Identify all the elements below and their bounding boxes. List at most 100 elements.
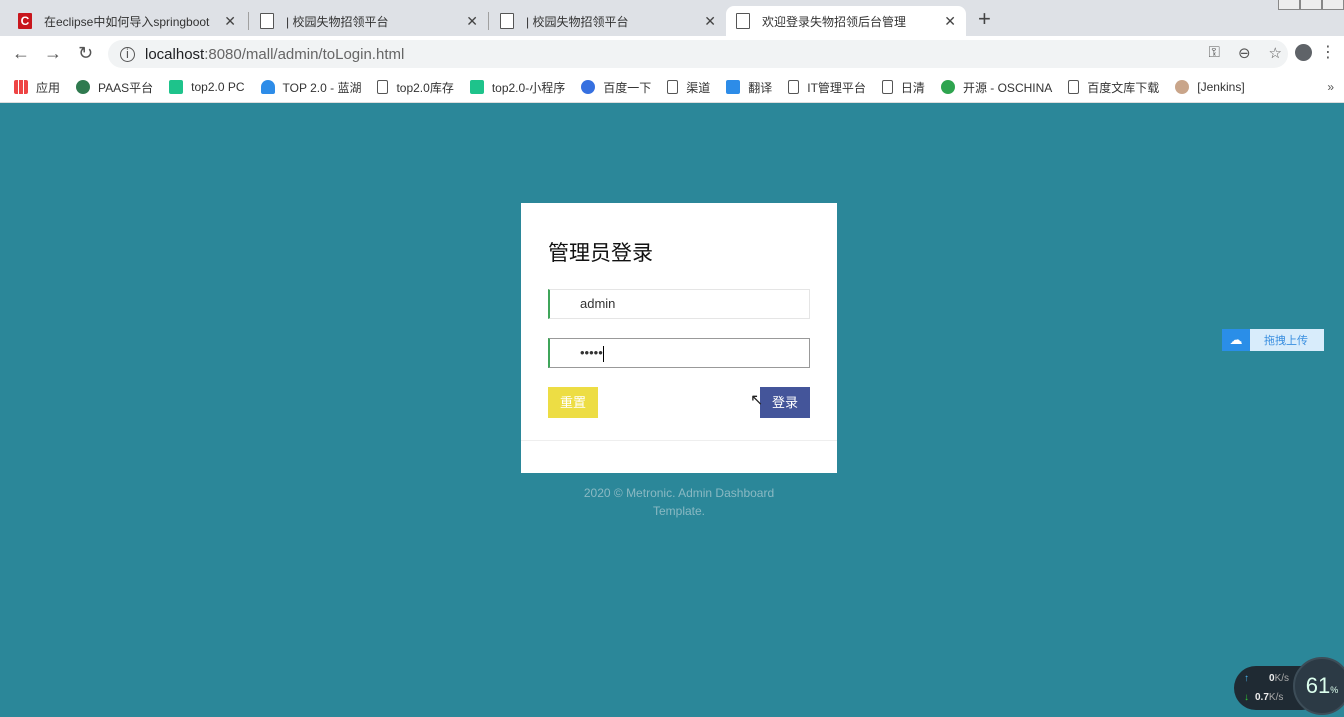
page-icon [788, 80, 800, 94]
bookmark-label: 应用 [36, 80, 61, 95]
url-host: localhost [145, 45, 205, 63]
bookmark-label: [Jenkins] [1197, 80, 1245, 94]
bookmark-label: 渠道 [686, 80, 711, 95]
drag-upload-widget[interactable]: ☁ 拖拽上传 [1222, 329, 1324, 351]
page-title: 管理员登录 [548, 242, 653, 265]
paas-icon [76, 80, 91, 94]
play-icon [469, 80, 484, 94]
bookmark[interactable]: 日清 [881, 79, 925, 96]
page-icon [1068, 80, 1080, 94]
play-icon [169, 80, 184, 94]
window-controls [1278, 0, 1344, 10]
address-bar-row: ← → ↻ i localhost:8080/mall/admin/toLogin… [0, 36, 1344, 72]
bookmark[interactable]: 开源 - OSCHINA [940, 79, 1053, 96]
oschina-icon [940, 80, 955, 94]
page-icon [260, 13, 274, 29]
tab-title: | 校园失物招领平台 [526, 14, 629, 29]
apps-icon [14, 80, 28, 94]
percent-value: 61 [1305, 673, 1331, 698]
tab-csdn[interactable]: C 在eclipse中如何导入springboot ✕ [8, 6, 246, 36]
new-tab-button[interactable]: + [978, 6, 991, 32]
bookmark-label: 百度文库下载 [1087, 80, 1160, 95]
bookmark[interactable]: top2.0-小程序 [469, 79, 566, 96]
bookmark-label: 开源 - OSCHINA [962, 80, 1053, 95]
url-input[interactable]: i localhost:8080/mall/admin/toLogin.html [108, 40, 1288, 68]
key-icon[interactable]: ⚿ [1209, 44, 1220, 62]
back-icon[interactable]: ← [12, 43, 30, 64]
bookmark-label: top2.0 PC [191, 80, 245, 94]
login-button[interactable]: 登录 [760, 387, 810, 418]
bookmark[interactable]: IT管理平台 [788, 79, 866, 96]
lanhu-icon [260, 80, 275, 94]
more-bookmarks-icon[interactable]: » [1327, 80, 1334, 94]
tab-bar: C 在eclipse中如何导入springboot ✕ | 校园失物招领平台 ✕ | … [0, 0, 1344, 36]
footer-text: 2020 © Metronic. Admin Dashboard Templat… [583, 486, 775, 518]
translate-icon [726, 80, 741, 94]
bookmark-label: 百度一下 [603, 80, 652, 95]
bookmark-label: PAAS平台 [98, 80, 154, 95]
upload-arrow-icon: ↑ [1244, 673, 1249, 684]
password-input[interactable]: ••••• [548, 338, 810, 368]
csdn-icon: C [18, 13, 32, 29]
close-icon[interactable]: ✕ [466, 13, 478, 30]
tab-admin-login[interactable]: 欢迎登录失物招领后台管理 ✕ [726, 6, 966, 36]
bookmark-label: top2.0-小程序 [491, 80, 566, 95]
bookmark[interactable]: 百度一下 [581, 79, 651, 96]
bookmark[interactable]: top2.0 PC [169, 80, 245, 94]
percent-sign: % [1330, 685, 1339, 695]
url-path: :8080/mall/admin/toLogin.html [204, 45, 405, 63]
reload-icon[interactable]: ↻ [78, 43, 93, 64]
page-icon [736, 13, 750, 29]
close-window-button[interactable] [1322, 0, 1344, 10]
page-icon [377, 80, 389, 94]
bookmark[interactable]: PAAS平台 [76, 79, 153, 96]
tab-campus-2[interactable]: | 校园失物招领平台 ✕ [490, 6, 726, 36]
divider [521, 440, 837, 441]
login-card: 管理员登录 admin ••••• 重置 登录 [521, 203, 837, 473]
jenkins-icon [1175, 80, 1190, 94]
text-caret [602, 345, 604, 362]
bookmarks-bar: 应用 PAAS平台 top2.0 PC TOP 2.0 - 蓝湖 top2.0库… [0, 72, 1344, 103]
cpu-gauge[interactable]: 61% [1293, 657, 1344, 715]
bookmark[interactable]: TOP 2.0 - 蓝湖 [260, 79, 362, 96]
bookmark[interactable]: [Jenkins] [1175, 80, 1245, 94]
page-icon [500, 13, 514, 29]
close-icon[interactable]: ✕ [944, 13, 956, 30]
username-input[interactable]: admin [548, 289, 810, 319]
tab-title: | 校园失物招领平台 [286, 14, 389, 29]
bookmark[interactable]: 百度文库下载 [1068, 79, 1159, 96]
cloud-icon: ☁ [1222, 329, 1250, 351]
bookmark[interactable]: top2.0库存 [377, 79, 454, 96]
bookmark-label: TOP 2.0 - 蓝湖 [282, 80, 362, 95]
close-icon[interactable]: ✕ [704, 13, 716, 30]
tab-campus-1[interactable]: | 校园失物招领平台 ✕ [250, 6, 488, 36]
zoom-icon[interactable]: ⊖ [1238, 44, 1251, 62]
info-icon[interactable]: i [120, 46, 135, 62]
reset-button[interactable]: 重置 [548, 387, 598, 418]
tab-title: 欢迎登录失物招领后台管理 [762, 14, 907, 29]
baidu-icon [581, 80, 596, 94]
bookmark[interactable]: 翻译 [726, 79, 772, 96]
close-icon[interactable]: ✕ [224, 13, 236, 30]
maximize-button[interactable] [1300, 0, 1322, 10]
download-speed: 0.7 [1255, 692, 1269, 703]
unit: K/s [1268, 692, 1284, 703]
bookmark-label: 翻译 [748, 80, 773, 95]
bookmark-label: 日清 [900, 80, 925, 95]
bookmark-label: top2.0库存 [396, 80, 454, 95]
bookmark-apps[interactable]: 应用 [14, 79, 60, 96]
page-icon [667, 80, 679, 94]
download-arrow-icon: ↓ [1244, 692, 1249, 703]
profile-icon[interactable] [1295, 44, 1312, 61]
bookmark[interactable]: 渠道 [667, 79, 710, 96]
password-value: ••••• [580, 345, 603, 360]
unit: K/s [1274, 673, 1290, 684]
star-icon[interactable]: ☆ [1269, 44, 1282, 62]
bookmark-label: IT管理平台 [807, 80, 866, 95]
page-icon [881, 80, 893, 94]
mouse-cursor-icon: ↖ [750, 392, 764, 409]
forward-icon[interactable]: → [44, 43, 62, 64]
minimize-button[interactable] [1278, 0, 1300, 10]
menu-icon[interactable]: ⋮ [1320, 42, 1336, 62]
upload-label: 拖拽上传 [1264, 335, 1308, 347]
